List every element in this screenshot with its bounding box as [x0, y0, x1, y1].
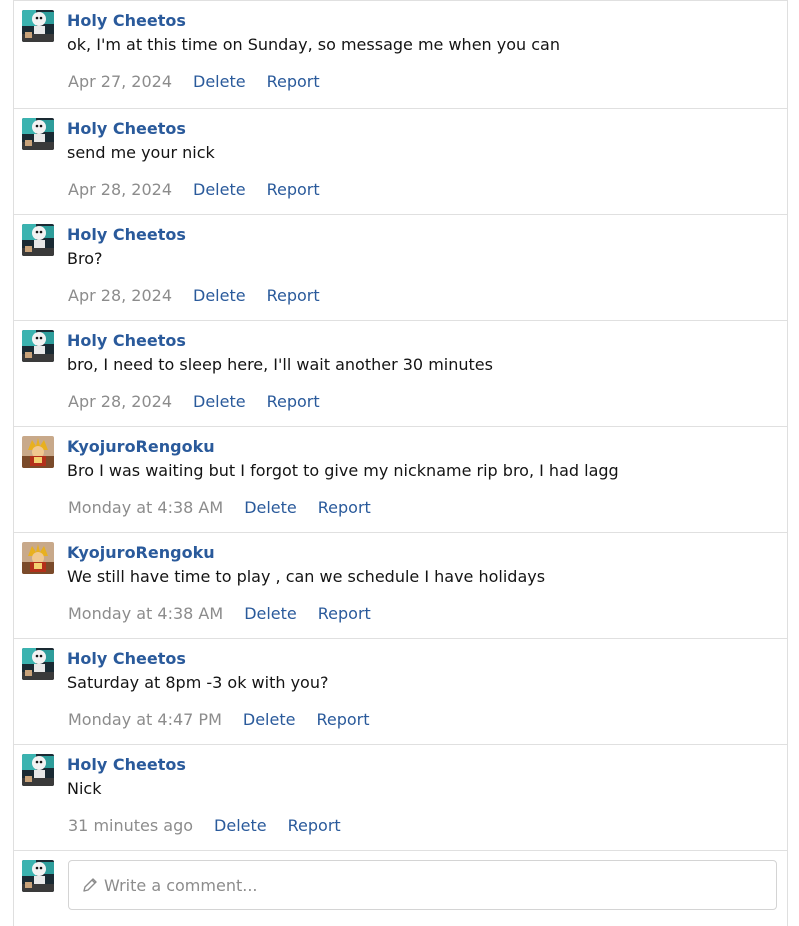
- comment-text: Nick: [67, 779, 102, 798]
- comment-username[interactable]: Holy Cheetos: [67, 649, 186, 668]
- comment-item: Holy Cheetos Nick 31 minutes ago Delete Repo…: [14, 744, 787, 850]
- comment-meta: 31 minutes ago Delete Report: [68, 816, 362, 835]
- user-avatar[interactable]: [22, 542, 54, 574]
- user-avatar[interactable]: [22, 118, 54, 150]
- comment-input[interactable]: Write a comment...: [68, 860, 777, 910]
- comment-username[interactable]: Holy Cheetos: [67, 225, 186, 244]
- delete-link[interactable]: Delete: [193, 72, 246, 91]
- comment-meta: Apr 28, 2024 Delete Report: [68, 286, 341, 305]
- comment-username[interactable]: KyojuroRengoku: [67, 543, 215, 562]
- comment-text: bro, I need to sleep here, I'll wait ano…: [67, 355, 493, 374]
- comment-item: KyojuroRengoku We still have time to play…: [14, 532, 787, 638]
- comment-item: Holy Cheetos ok, I'm at this time on Sund…: [14, 0, 787, 108]
- comment-meta: Apr 28, 2024 Delete Report: [68, 392, 341, 411]
- delete-link[interactable]: Delete: [214, 816, 267, 835]
- comment-composer: Write a comment...: [14, 850, 787, 917]
- comment-timestamp[interactable]: Monday at 4:38 AM: [68, 604, 223, 623]
- user-avatar[interactable]: [22, 754, 54, 786]
- comment-text: Saturday at 8pm -3 ok with you?: [67, 673, 329, 692]
- comment-meta: Monday at 4:38 AM Delete Report: [68, 498, 392, 517]
- pencil-icon: [81, 876, 99, 894]
- comment-text: We still have time to play , can we sche…: [67, 567, 546, 586]
- user-avatar[interactable]: [22, 224, 54, 256]
- comment-item: Holy Cheetos send me your nick Apr 28, 202…: [14, 108, 787, 214]
- comment-item: Holy Cheetos Bro? Apr 28, 2024 Delete Report: [14, 214, 787, 320]
- comment-timestamp[interactable]: Monday at 4:47 PM: [68, 710, 222, 729]
- delete-link[interactable]: Delete: [244, 498, 297, 517]
- comment-item: Holy Cheetos Saturday at 8pm -3 ok with y…: [14, 638, 787, 744]
- comment-text: Bro I was waiting but I forgot to give m…: [67, 461, 619, 480]
- comment-username[interactable]: KyojuroRengoku: [67, 437, 215, 456]
- report-link[interactable]: Report: [267, 180, 320, 199]
- comment-item: Holy Cheetos bro, I need to sleep here, I…: [14, 320, 787, 426]
- user-avatar[interactable]: [22, 330, 54, 362]
- report-link[interactable]: Report: [316, 710, 369, 729]
- comment-username[interactable]: Holy Cheetos: [67, 119, 186, 138]
- delete-link[interactable]: Delete: [243, 710, 296, 729]
- comment-thread: Holy Cheetos ok, I'm at this time on Sund…: [13, 0, 788, 926]
- comment-username[interactable]: Holy Cheetos: [67, 331, 186, 350]
- comment-timestamp[interactable]: 31 minutes ago: [68, 816, 193, 835]
- report-link[interactable]: Report: [267, 72, 320, 91]
- delete-link[interactable]: Delete: [193, 392, 246, 411]
- report-link[interactable]: Report: [267, 286, 320, 305]
- comment-meta: Apr 27, 2024 Delete Report: [68, 72, 341, 91]
- delete-link[interactable]: Delete: [244, 604, 297, 623]
- delete-link[interactable]: Delete: [193, 180, 246, 199]
- comment-meta: Apr 28, 2024 Delete Report: [68, 180, 341, 199]
- comment-timestamp[interactable]: Apr 27, 2024: [68, 72, 172, 91]
- user-avatar[interactable]: [22, 648, 54, 680]
- comment-timestamp[interactable]: Apr 28, 2024: [68, 286, 172, 305]
- comment-username[interactable]: Holy Cheetos: [67, 11, 186, 30]
- comment-item: KyojuroRengoku Bro I was waiting but I fo…: [14, 426, 787, 532]
- delete-link[interactable]: Delete: [193, 286, 246, 305]
- report-link[interactable]: Report: [318, 604, 371, 623]
- comment-meta: Monday at 4:47 PM Delete Report: [68, 710, 391, 729]
- comment-username[interactable]: Holy Cheetos: [67, 755, 186, 774]
- comment-text: send me your nick: [67, 143, 215, 162]
- report-link[interactable]: Report: [267, 392, 320, 411]
- comment-text: ok, I'm at this time on Sunday, so messa…: [67, 35, 560, 54]
- comment-text: Bro?: [67, 249, 103, 268]
- comment-meta: Monday at 4:38 AM Delete Report: [68, 604, 392, 623]
- comment-timestamp[interactable]: Apr 28, 2024: [68, 392, 172, 411]
- comment-timestamp[interactable]: Monday at 4:38 AM: [68, 498, 223, 517]
- comment-list: Holy Cheetos ok, I'm at this time on Sund…: [14, 0, 787, 850]
- report-link[interactable]: Report: [318, 498, 371, 517]
- current-user-avatar[interactable]: [22, 860, 54, 892]
- cheetos-avatar-image: [22, 860, 54, 892]
- user-avatar[interactable]: [22, 10, 54, 42]
- user-avatar[interactable]: [22, 436, 54, 468]
- comment-timestamp[interactable]: Apr 28, 2024: [68, 180, 172, 199]
- report-link[interactable]: Report: [288, 816, 341, 835]
- comment-input-placeholder: Write a comment...: [104, 875, 258, 895]
